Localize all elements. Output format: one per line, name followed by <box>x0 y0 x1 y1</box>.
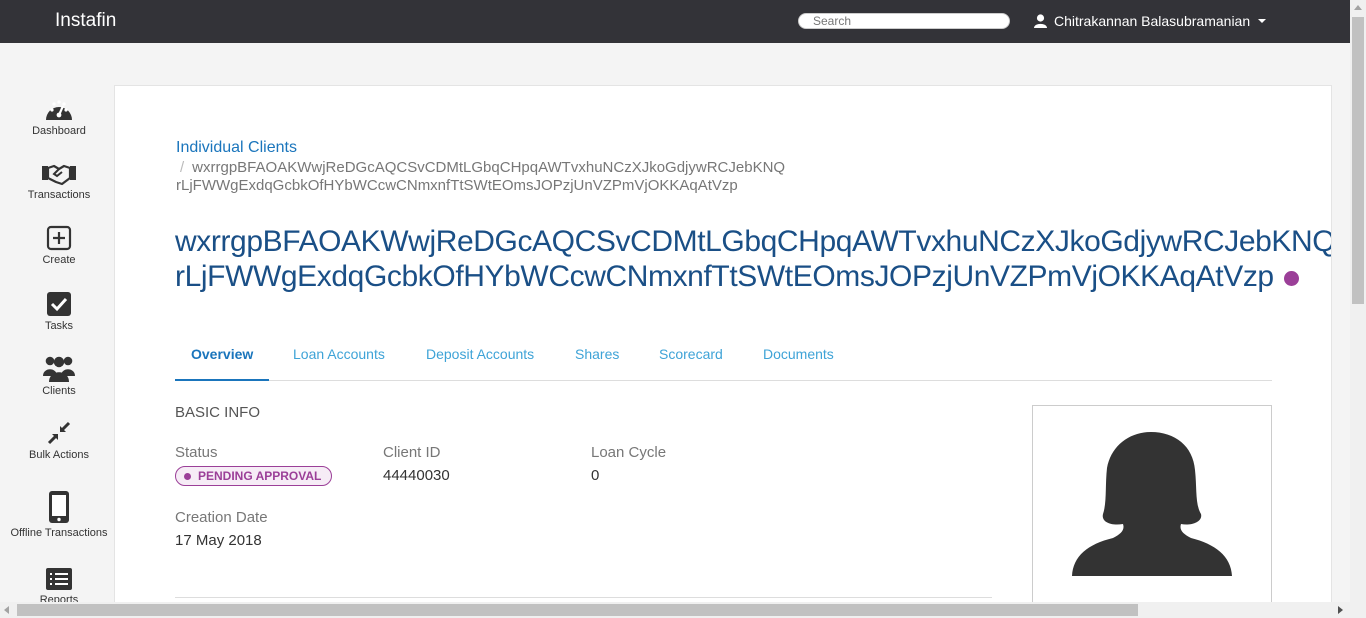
scroll-right-arrow-icon[interactable] <box>1338 606 1343 614</box>
loan-cycle-value: 0 <box>591 467 600 484</box>
chevron-down-icon <box>1258 19 1267 23</box>
tab-loan-accounts[interactable]: Loan Accounts <box>277 338 401 381</box>
vertical-scrollbar[interactable] <box>1350 0 1366 602</box>
client-detail-panel: Individual Clients / wxrrgpBFAOAKWwjReDGc… <box>114 85 1332 605</box>
horizontal-scrollbar[interactable] <box>0 602 1366 618</box>
mobile-phone-icon <box>49 491 69 523</box>
basic-info-heading: BASIC INFO <box>175 404 261 421</box>
tab-scorecard[interactable]: Scorecard <box>643 338 739 381</box>
list-report-icon <box>46 568 72 590</box>
sidebar-item-create[interactable]: Create <box>0 225 118 266</box>
search-input[interactable] <box>798 13 1010 29</box>
sidebar-item-bulk-actions[interactable]: Bulk Actions <box>0 420 118 461</box>
dashboard-gauge-icon <box>46 100 72 120</box>
client-photo[interactable] <box>1032 405 1272 604</box>
users-group-icon <box>43 356 75 382</box>
status-badge-text: PENDING APPROVAL <box>198 469 322 483</box>
client-name-line2: rLjFWWgExdqGcbkOfHYbWCcwCNmxnfTtSWtEOmsJ… <box>175 260 1274 293</box>
vertical-scrollbar-thumb[interactable] <box>1352 17 1364 304</box>
sidebar-item-label: Bulk Actions <box>29 449 89 461</box>
female-avatar-silhouette-icon <box>1072 432 1232 576</box>
brand-logo[interactable]: Instafin <box>55 10 116 32</box>
scroll-up-arrow-icon[interactable] <box>1354 5 1362 10</box>
section-divider <box>175 597 992 598</box>
sidebar-item-clients[interactable]: Clients <box>0 354 118 397</box>
creation-date-value: 17 May 2018 <box>175 532 262 549</box>
sidebar-item-label: Transactions <box>27 189 91 201</box>
breadcrumb-current-line1: wxrrgpBFAOAKWwjReDGcAQCSvCDMtLGbqCHpqAWT… <box>192 159 786 176</box>
tab-overview[interactable]: Overview <box>175 338 270 381</box>
client-id-label: Client ID <box>383 444 441 461</box>
sidebar-item-offline-transactions[interactable]: Offline Transactions <box>0 490 118 539</box>
sidebar-item-label: Tasks <box>44 320 74 332</box>
client-tabs: Overview Loan Accounts Deposit Accounts … <box>175 338 1272 381</box>
status-dot-icon <box>184 472 191 480</box>
sidebar: Dashboard Transactions Create Tasks Clie… <box>0 43 114 606</box>
status-badge: PENDING APPROVAL <box>175 466 333 486</box>
creation-date-label: Creation Date <box>175 509 268 526</box>
top-navbar: Instafin Chitrakannan Balasubramanian <box>0 0 1350 43</box>
breadcrumb-current: / wxrrgpBFAOAKWwjReDGcAQCSvCDMtLGbqCHpqAW… <box>176 159 936 195</box>
tab-deposit-accounts[interactable]: Deposit Accounts <box>410 338 550 381</box>
scroll-left-arrow-icon[interactable] <box>4 606 9 614</box>
status-dot-icon <box>1283 270 1299 286</box>
tab-shares[interactable]: Shares <box>559 338 635 381</box>
client-id-value: 44440030 <box>383 467 450 484</box>
sidebar-item-transactions[interactable]: Transactions <box>0 162 118 201</box>
loan-cycle-label: Loan Cycle <box>591 444 667 461</box>
page-title: wxrrgpBFAOAKWwjReDGcAQCSvCDMtLGbqCHpqAWT… <box>175 224 1332 294</box>
breadcrumb-separator: / <box>180 159 185 176</box>
sidebar-item-label: Clients <box>42 385 76 397</box>
sidebar-item-label: Offline Transactions <box>10 527 108 539</box>
sidebar-item-label: Dashboard <box>32 125 86 137</box>
compress-arrows-icon <box>47 421 71 445</box>
sidebar-item-dashboard[interactable]: Dashboard <box>0 96 118 137</box>
breadcrumb-current-line2: rLjFWWgExdqGcbkOfHYbWCcwCNmxnfTtSWtEOmsJ… <box>176 177 738 194</box>
handshake-icon <box>42 164 76 186</box>
user-menu[interactable]: Chitrakannan Balasubramanian <box>1034 13 1267 29</box>
check-square-icon <box>47 292 71 316</box>
client-name-line1: wxrrgpBFAOAKWwjReDGcAQCSvCDMtLGbqCHpqAWT… <box>175 225 1332 258</box>
status-label: Status <box>175 444 218 461</box>
sidebar-item-tasks[interactable]: Tasks <box>0 291 118 332</box>
horizontal-scrollbar-thumb[interactable] <box>17 604 1138 616</box>
plus-square-icon <box>46 225 72 251</box>
user-name: Chitrakannan Balasubramanian <box>1054 13 1251 29</box>
sidebar-item-label: Create <box>42 254 76 266</box>
sidebar-item-reports[interactable]: Reports <box>0 567 118 606</box>
tab-documents[interactable]: Documents <box>747 338 850 381</box>
user-icon <box>1034 14 1047 28</box>
breadcrumb-individual-clients[interactable]: Individual Clients <box>176 139 297 157</box>
